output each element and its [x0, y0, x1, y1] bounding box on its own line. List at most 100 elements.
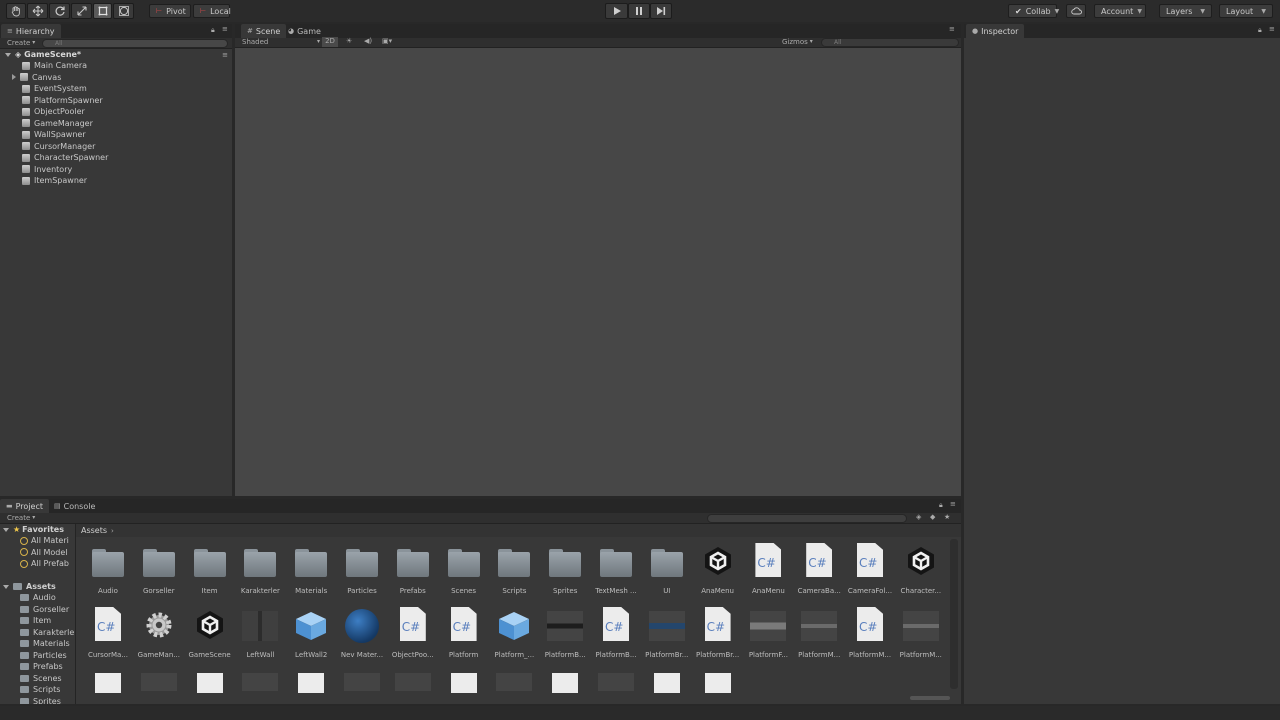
asset-csharp[interactable]: C# CameraFol...	[845, 541, 895, 597]
expand-triangle-icon[interactable]	[3, 584, 9, 589]
asset-page[interactable]	[439, 669, 489, 704]
step-button[interactable]	[650, 3, 672, 19]
asset-sphere[interactable]: Nev Mater...	[337, 605, 387, 661]
hierarchy-item[interactable]: Main Camera	[0, 60, 87, 72]
asset-folder[interactable]: Materials	[286, 541, 336, 597]
asset-folder[interactable]: TextMesh ...	[591, 541, 641, 597]
layout-dropdown[interactable]: Layout ▼	[1219, 4, 1273, 18]
asset-bar-grey[interactable]: PlatformM...	[896, 605, 946, 661]
asset-dark[interactable]	[388, 669, 438, 704]
asset-bar-blue[interactable]: PlatformBr...	[642, 605, 692, 661]
asset-dark[interactable]	[337, 669, 387, 704]
tab-project[interactable]: ▬ Project	[0, 499, 49, 513]
asset-bar-grey[interactable]: PlatformM...	[794, 605, 844, 661]
expand-triangle-icon[interactable]	[12, 74, 16, 81]
scale-tool-icon[interactable]	[71, 3, 92, 19]
transform-tool-icon[interactable]	[113, 3, 134, 19]
favorite-star-icon[interactable]: ★	[944, 513, 950, 521]
assets-header[interactable]: Assets	[3, 581, 56, 592]
pause-button[interactable]	[628, 3, 650, 19]
favorites-item[interactable]: All Model	[20, 547, 67, 558]
asset-csharp[interactable]: C# CursorMa...	[83, 605, 133, 661]
local-toggle[interactable]: ⊢ Local	[193, 4, 231, 18]
layers-dropdown[interactable]: Layers ▼	[1159, 4, 1212, 18]
asset-csharp[interactable]: C# AnaMenu	[743, 541, 793, 597]
expand-triangle-icon[interactable]	[3, 527, 9, 532]
asset-dark[interactable]	[489, 669, 539, 704]
panel-menu-icon[interactable]: ≡	[950, 500, 956, 508]
create-dropdown[interactable]: Create ▾	[7, 39, 35, 47]
asset-page[interactable]	[286, 669, 336, 704]
hierarchy-item[interactable]: ObjectPooler	[0, 106, 85, 118]
account-dropdown[interactable]: Account ▼	[1094, 4, 1146, 18]
asset-gear[interactable]: GameMan...	[134, 605, 184, 661]
asset-page[interactable]	[642, 669, 692, 704]
rotate-tool-icon[interactable]	[49, 3, 70, 19]
filter-type-icon[interactable]: ◈	[916, 513, 921, 521]
asset-bar-light[interactable]: PlatformF...	[743, 605, 793, 661]
asset-csharp[interactable]: C# CameraBa...	[794, 541, 844, 597]
panel-menu-icon[interactable]: ≡	[949, 25, 955, 33]
tree-folder-item[interactable]: Sprites	[20, 696, 61, 704]
tree-folder-item[interactable]: Scripts	[20, 684, 60, 695]
move-tool-icon[interactable]	[27, 3, 48, 19]
tab-inspector[interactable]: ● Inspector	[966, 24, 1025, 38]
asset-dark[interactable]	[134, 669, 184, 704]
asset-folder[interactable]: Gorseller	[134, 541, 184, 597]
asset-dark[interactable]	[591, 669, 641, 704]
asset-page[interactable]	[540, 669, 590, 704]
hierarchy-item[interactable]: EventSystem	[0, 83, 87, 95]
asset-cube[interactable]: LeftWall2	[286, 605, 336, 661]
asset-csharp[interactable]: C# ObjectPoo...	[388, 605, 438, 661]
asset-unity[interactable]: Character...	[896, 541, 946, 597]
collab-dropdown[interactable]: ✔ Collab ▼	[1008, 4, 1059, 18]
hierarchy-item[interactable]: GameManager	[0, 118, 93, 130]
lock-icon[interactable]: 🔒︎	[1258, 26, 1262, 35]
hierarchy-item[interactable]: ItemSpawner	[0, 175, 87, 187]
asset-folder[interactable]: Scripts	[489, 541, 539, 597]
asset-unity[interactable]: AnaMenu	[693, 541, 743, 597]
hierarchy-search-input[interactable]: All	[42, 39, 228, 48]
asset-page[interactable]	[693, 669, 743, 704]
asset-csharp[interactable]: C# PlatformM...	[845, 605, 895, 661]
asset-folder[interactable]: Audio	[83, 541, 133, 597]
asset-csharp[interactable]: C# Platform	[439, 605, 489, 661]
favorites-item[interactable]: All Materi	[20, 535, 69, 546]
asset-folder[interactable]: Sprites	[540, 541, 590, 597]
asset-csharp[interactable]: C# PlatformBr...	[693, 605, 743, 661]
asset-wall[interactable]: LeftWall	[235, 605, 285, 661]
favorites-header[interactable]: ★ Favorites	[3, 524, 64, 535]
tab-console[interactable]: ▤ Console	[48, 499, 101, 513]
toggle-2d-button[interactable]: 2D	[322, 37, 338, 47]
lock-icon[interactable]: 🔒︎	[211, 26, 215, 35]
hierarchy-item[interactable]: CharacterSpawner	[0, 152, 108, 164]
tree-folder-item[interactable]: Karakterler	[20, 627, 74, 638]
create-dropdown[interactable]: Create ▾	[7, 514, 35, 522]
hierarchy-item[interactable]: Canvas	[0, 72, 61, 84]
tab-game[interactable]: ◕ Game	[282, 24, 327, 38]
scene-viewport[interactable]	[235, 48, 961, 496]
tree-folder-item[interactable]: Materials	[20, 638, 70, 649]
asset-folder[interactable]: Item	[185, 541, 235, 597]
tree-folder-item[interactable]: Prefabs	[20, 661, 63, 672]
tree-folder-item[interactable]: Audio	[20, 592, 56, 603]
scene-search-input[interactable]: All	[821, 38, 959, 47]
favorites-item[interactable]: All Prefab	[20, 558, 69, 569]
hierarchy-item[interactable]: CursorManager	[0, 141, 95, 153]
asset-unity[interactable]: GameScene	[185, 605, 235, 661]
panel-menu-icon[interactable]: ≡	[1269, 25, 1275, 33]
hierarchy-item[interactable]: WallSpawner	[0, 129, 86, 141]
lock-icon[interactable]: 🔒︎	[939, 501, 943, 510]
tree-folder-item[interactable]: Item	[20, 615, 51, 626]
asset-page[interactable]	[83, 669, 133, 704]
asset-folder[interactable]: Karakterler	[235, 541, 285, 597]
lighting-toggle-icon[interactable]: ☀	[346, 37, 352, 45]
zoom-slider[interactable]	[910, 696, 950, 700]
asset-csharp[interactable]: C# PlatformB...	[591, 605, 641, 661]
cloud-button[interactable]	[1066, 4, 1086, 18]
hierarchy-item[interactable]: PlatformSpawner	[0, 95, 103, 107]
filter-label-icon[interactable]: ◆	[930, 513, 935, 521]
effects-dropdown-icon[interactable]: ▣▾	[382, 37, 392, 45]
expand-triangle-icon[interactable]	[5, 52, 11, 57]
tree-folder-item[interactable]: Gorseller	[20, 604, 69, 615]
